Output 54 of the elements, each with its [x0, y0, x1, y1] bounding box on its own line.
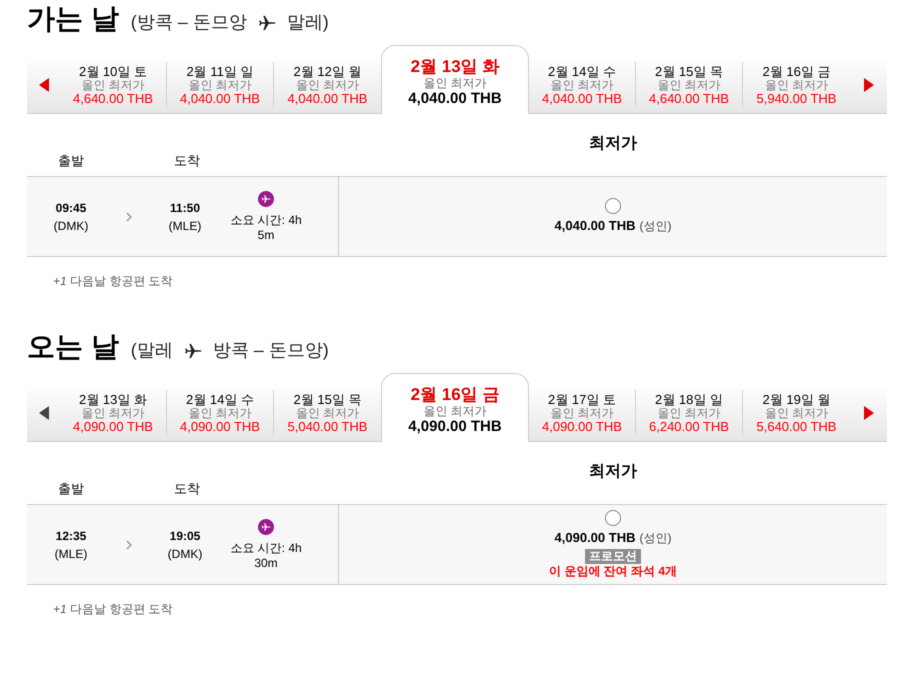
- date-tab[interactable]: 2월 15일 목 올인 최저가 5,040.00 THB: [274, 390, 381, 435]
- passenger-type: (성인): [639, 218, 672, 235]
- next-dates-button[interactable]: [862, 78, 874, 92]
- promo-badge: 프로모션: [585, 548, 641, 564]
- seats-left-text: 이 운임에 잔여 좌석 4개: [548, 564, 677, 579]
- airport-code: (MLE): [168, 218, 202, 234]
- section-title: 오는 날: [27, 330, 119, 364]
- column-header: 최저가: [589, 134, 637, 154]
- date-tab[interactable]: 2월 14일 수 올인 최저가 4,090.00 THB: [167, 390, 274, 435]
- previous-dates-button[interactable]: [38, 78, 50, 92]
- chevron-icon: [125, 210, 133, 222]
- flight-icon: [258, 518, 274, 534]
- departure-time: 09:45: [56, 200, 86, 216]
- fare-radio[interactable]: [605, 510, 621, 526]
- fare-price: 4,090.00 THB: [554, 529, 636, 548]
- date-tab[interactable]: 2월 13일 화 올인 최저가 4,090.00 THB: [60, 390, 167, 435]
- date-tab[interactable]: 2월 15일 목 올인 최저가 4,640.00 THB: [636, 62, 743, 107]
- date-tab[interactable]: 2월 16일 금 올인 최저가 5,940.00 THB: [743, 62, 850, 107]
- next-day-note: +1 다음날 항공편 도착: [53, 601, 174, 618]
- fare-price: 4,040.00 THB: [554, 216, 636, 235]
- date-tab[interactable]: 2월 12일 월 올인 최저가 4,040.00 THB: [274, 62, 381, 107]
- date-tab[interactable]: 2월 16일 금 올인 최저가 4,090.00 THB: [381, 373, 529, 442]
- date-tab[interactable]: 2월 17일 토 올인 최저가 4,090.00 THB: [529, 390, 636, 435]
- date-tab[interactable]: 2월 10일 토 올인 최저가 4,640.00 THB: [60, 62, 167, 107]
- arrival-time: 19:05: [170, 528, 200, 544]
- date-tab[interactable]: 2월 11일 일 올인 최저가 4,040.00 THB: [167, 62, 274, 107]
- route-text: (방콕 – 돈므앙: [130, 11, 247, 34]
- route-text: 방콕 – 돈므앙): [212, 339, 329, 362]
- airport-code: (DMK): [168, 546, 202, 562]
- fare-radio[interactable]: [605, 198, 621, 214]
- column-header: 출발: [57, 480, 85, 498]
- airport-code: (DMK): [54, 218, 88, 234]
- column-header: 출발: [57, 152, 85, 170]
- route-text: (말레: [130, 339, 173, 362]
- flight-icon: [258, 190, 274, 206]
- flight-duration: 소요 시간: 4h 30m: [229, 540, 303, 570]
- next-dates-button[interactable]: [862, 406, 874, 420]
- airport-code: (MLE): [54, 546, 88, 562]
- date-tab[interactable]: 2월 19일 월 올인 최저가 5,640.00 THB: [743, 390, 850, 435]
- column-header: 도착: [173, 480, 201, 498]
- column-header: 최저가: [589, 462, 637, 482]
- arrival-time: 11:50: [170, 200, 200, 216]
- column-header: 도착: [173, 152, 201, 170]
- route-text: 말레): [286, 11, 329, 34]
- date-tab[interactable]: 2월 14일 수 올인 최저가 4,040.00 THB: [529, 62, 636, 107]
- passenger-type: (성인): [639, 530, 672, 548]
- previous-dates-button[interactable]: [38, 406, 50, 420]
- flight-duration: 소요 시간: 4h 5m: [229, 212, 303, 242]
- date-tab[interactable]: 2월 18일 일 올인 최저가 6,240.00 THB: [636, 390, 743, 435]
- date-tab[interactable]: 2월 13일 화 올인 최저가 4,040.00 THB: [381, 45, 529, 114]
- section-title: 가는 날: [27, 2, 119, 36]
- departure-time: 12:35: [56, 528, 86, 544]
- chevron-icon: [125, 538, 133, 550]
- next-day-note: +1 다음날 항공편 도착: [53, 273, 174, 290]
